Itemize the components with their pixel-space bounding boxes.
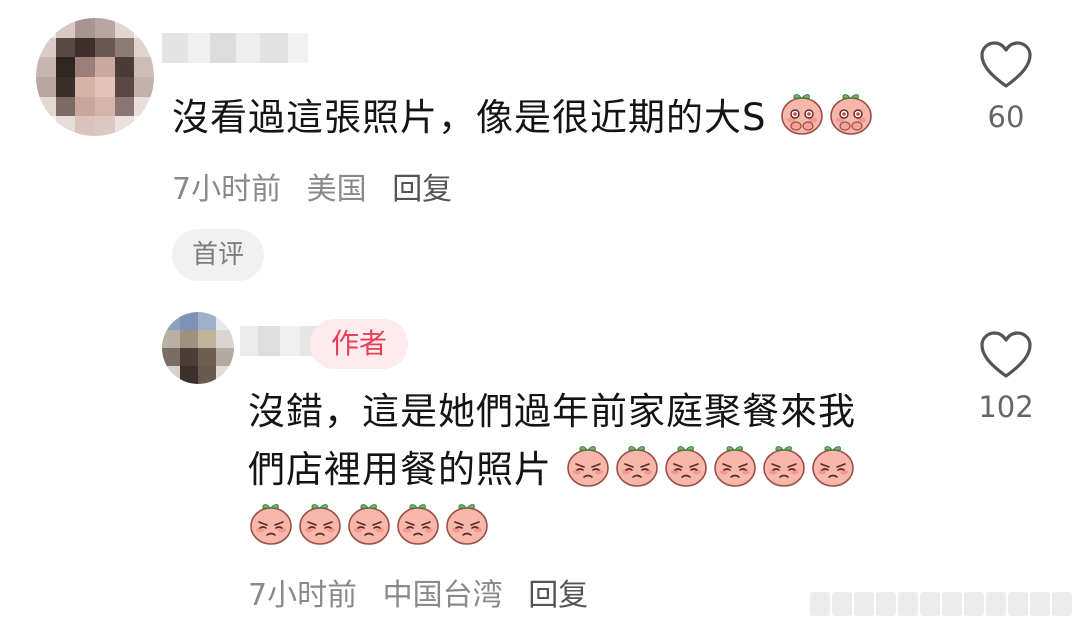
- like-button[interactable]: 60: [960, 40, 1052, 134]
- first-comment-tag: 首评: [172, 229, 265, 281]
- heart-outline-icon: [980, 331, 1032, 378]
- comment-text: 沒錯，這是她們過年前家庭聚餐來我 們店裡用餐的照片: [248, 383, 859, 557]
- sad-peach-emoji: [811, 446, 854, 487]
- sad-peach-emoji: [566, 446, 609, 487]
- comment-body-line: 沒錯，這是她們過年前家庭聚餐來我: [248, 390, 856, 433]
- avatar[interactable]: [162, 312, 234, 384]
- comment-thread: 沒看過這張照片，像是很近期的大S 7小时前 美国 回复 首评 60 作者 沒錯，…: [0, 0, 1080, 632]
- emoji-group: [779, 94, 877, 139]
- comment-text: 沒看過這張照片，像是很近期的大S: [172, 89, 877, 147]
- like-count: 102: [978, 390, 1034, 424]
- emoji-group: [565, 446, 859, 491]
- sad-peach-emoji: [446, 504, 488, 545]
- author-badge: 作者: [310, 319, 408, 369]
- avatar[interactable]: [36, 18, 154, 136]
- sad-peach-emoji: [397, 504, 439, 545]
- comment-body-line-text: 們店裡用餐的照片: [248, 448, 552, 491]
- timestamp: 7小时前: [248, 578, 358, 613]
- like-button[interactable]: 102: [960, 330, 1052, 424]
- heart-outline-icon: [980, 41, 1032, 88]
- sad-peach-emoji: [615, 446, 658, 487]
- watermark-mark: [810, 592, 1072, 616]
- comment-meta: 7小时前 美国 回复: [172, 164, 468, 208]
- timestamp: 7小时前: [172, 172, 282, 207]
- location: 中国台湾: [382, 578, 503, 613]
- emoji-group: [248, 499, 859, 557]
- sad-peach-emoji: [664, 446, 707, 487]
- shy-peach-emoji: [781, 94, 824, 135]
- location: 美国: [306, 172, 367, 207]
- comment-body: 沒看過這張照片，像是很近期的大S: [172, 96, 767, 139]
- sad-peach-emoji: [713, 446, 756, 487]
- sad-peach-emoji: [762, 446, 805, 487]
- sad-peach-emoji: [250, 504, 292, 545]
- like-count: 60: [987, 100, 1025, 134]
- username-blurred[interactable]: [162, 33, 308, 63]
- reply-button[interactable]: 回复: [392, 172, 452, 207]
- shy-peach-emoji: [830, 94, 873, 135]
- sad-peach-emoji: [299, 504, 341, 545]
- comment-body-line: 們店裡用餐的照片: [248, 441, 859, 499]
- reply-button[interactable]: 回复: [528, 578, 588, 613]
- sad-peach-emoji: [348, 504, 390, 545]
- comment-meta: 7小时前 中国台湾 回复: [248, 570, 604, 614]
